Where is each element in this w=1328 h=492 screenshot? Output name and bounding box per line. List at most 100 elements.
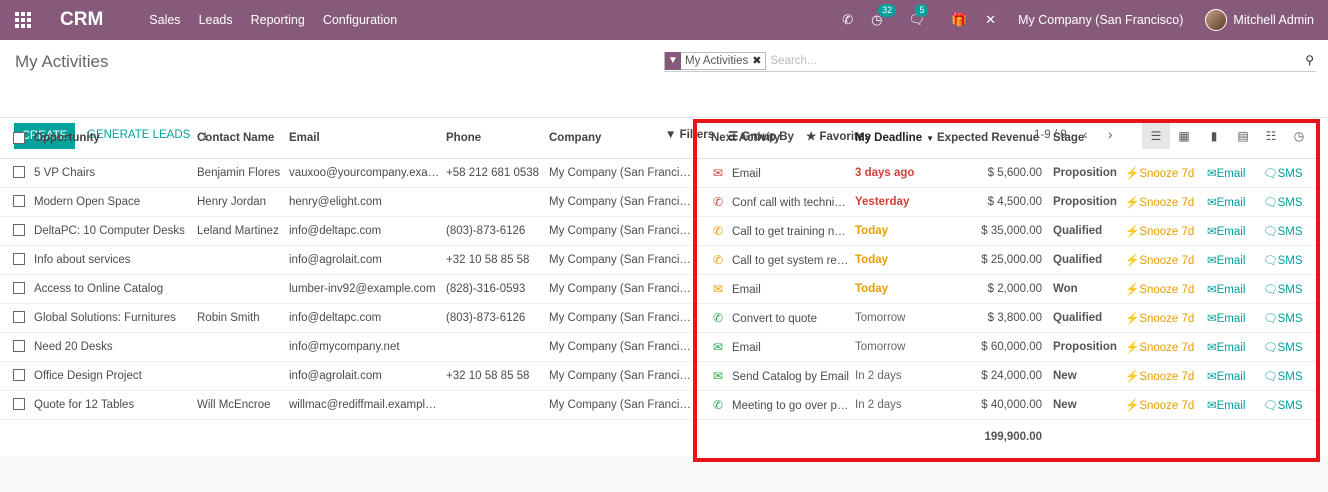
row-checkbox[interactable] <box>13 340 25 353</box>
cell-next-activity[interactable]: ✆ Call to get training needs <box>698 216 855 246</box>
sms-button[interactable]: 🗨SMS <box>1263 187 1318 217</box>
snooze-icon: ⚡ <box>1125 254 1140 267</box>
table-row[interactable]: Quote for 12 Tables Will McEncroe willmac@… <box>0 390 1318 420</box>
table-row[interactable]: Modern Open Space Henry Jordan henry@eligh… <box>0 187 1318 217</box>
snooze-button[interactable]: ⚡Snooze 7d <box>1125 274 1207 304</box>
snooze-button[interactable]: ⚡Snooze 7d <box>1125 158 1207 188</box>
cell-opportunity[interactable]: Quote for 12 Tables <box>34 390 197 420</box>
table-row[interactable]: Office Design Project info@agrolait.com +3… <box>0 361 1318 391</box>
snooze-label: Snooze 7d <box>1139 283 1195 296</box>
cell-opportunity[interactable]: 5 VP Chairs <box>34 158 197 188</box>
phone-icon[interactable]: ✆ <box>842 12 853 28</box>
email-button[interactable]: ✉Email <box>1207 158 1263 188</box>
header-company[interactable]: Company <box>549 119 698 159</box>
messages-icon[interactable]: 🗨 5 <box>908 4 929 28</box>
sms-button[interactable]: 🗨SMS <box>1263 274 1318 304</box>
snooze-icon: ⚡ <box>1125 196 1140 209</box>
cell-deadline: In 2 days <box>855 361 937 391</box>
cell-phone: (803)-873-6126 <box>446 303 549 333</box>
snooze-button[interactable]: ⚡Snooze 7d <box>1125 216 1207 246</box>
cell-revenue: $ 4,500.00 <box>937 187 1050 217</box>
table-row[interactable]: 5 VP Chairs Benjamin Flores vauxoo@yourcom… <box>0 158 1318 188</box>
table-footer-row: 199,900.00 <box>0 419 1318 454</box>
header-deadline[interactable]: My Deadline ▼ <box>855 119 937 159</box>
tools-icon[interactable]: ✕ <box>985 12 996 28</box>
email-button[interactable]: ✉Email <box>1207 361 1263 391</box>
table-row[interactable]: Access to Online Catalog lumber-inv92@exa… <box>0 274 1318 304</box>
snooze-button[interactable]: ⚡Snooze 7d <box>1125 332 1207 362</box>
cell-next-activity[interactable]: ✆ Call to get system requirements <box>698 245 855 275</box>
snooze-button[interactable]: ⚡Snooze 7d <box>1125 187 1207 217</box>
row-checkbox[interactable] <box>13 195 25 208</box>
snooze-button[interactable]: ⚡Snooze 7d <box>1125 303 1207 333</box>
cell-opportunity[interactable]: DeltaPC: 10 Computer Desks <box>34 216 197 246</box>
cell-opportunity[interactable]: Office Design Project <box>34 361 197 391</box>
header-phone[interactable]: Phone <box>446 119 549 159</box>
email-label: Email <box>1216 196 1246 209</box>
select-all-checkbox[interactable] <box>13 132 25 145</box>
row-checkbox[interactable] <box>13 166 25 179</box>
search-input[interactable] <box>770 54 1291 67</box>
menu-leads[interactable]: Leads <box>199 13 233 27</box>
snooze-button[interactable]: ⚡Snooze 7d <box>1125 361 1207 391</box>
sms-button[interactable]: 🗨SMS <box>1263 216 1318 246</box>
cell-next-activity[interactable]: ✆ Conf call with technical service <box>698 187 855 217</box>
table-row[interactable]: Global Solutions: Furnitures Robin Smith i… <box>0 303 1318 333</box>
row-checkbox[interactable] <box>13 282 25 295</box>
row-checkbox[interactable] <box>13 398 25 411</box>
email-button[interactable]: ✉Email <box>1207 245 1263 275</box>
email-button[interactable]: ✉Email <box>1207 274 1263 304</box>
cell-opportunity[interactable]: Info about services <box>34 245 197 275</box>
facet-label: My Activities <box>685 54 749 67</box>
sms-button[interactable]: 🗨SMS <box>1263 332 1318 362</box>
table-row[interactable]: DeltaPC: 10 Computer Desks Leland Martine… <box>0 216 1318 246</box>
table-row[interactable]: Need 20 Desks info@mycompany.net My Compan… <box>0 332 1318 362</box>
menu-configuration[interactable]: Configuration <box>323 13 397 27</box>
cell-next-activity[interactable]: ✆ Meeting to go over pricing <box>698 390 855 420</box>
apps-menu-icon[interactable] <box>0 0 46 40</box>
email-button[interactable]: ✉Email <box>1207 390 1263 420</box>
header-contact[interactable]: Contact Name <box>197 119 289 159</box>
sms-button[interactable]: 🗨SMS <box>1263 390 1318 420</box>
menu-reporting[interactable]: Reporting <box>251 13 305 27</box>
snooze-button[interactable]: ⚡Snooze 7d <box>1125 245 1207 275</box>
cell-opportunity[interactable]: Access to Online Catalog <box>34 274 197 304</box>
sms-button[interactable]: 🗨SMS <box>1263 361 1318 391</box>
sms-button[interactable]: 🗨SMS <box>1263 303 1318 333</box>
header-stage[interactable]: Stage <box>1050 119 1125 159</box>
email-button[interactable]: ✉Email <box>1207 303 1263 333</box>
search-icon[interactable]: ⚲ <box>1305 53 1314 67</box>
table-row[interactable]: Info about services info@agrolait.com +32 … <box>0 245 1318 275</box>
cell-company: My Company (San Francisco) <box>549 332 698 362</box>
cell-opportunity[interactable]: Global Solutions: Furnitures <box>34 303 197 333</box>
header-opportunity[interactable]: Opportunity <box>34 119 197 159</box>
header-email[interactable]: Email <box>289 119 446 159</box>
header-next-activity[interactable]: Next Activity <box>698 119 855 159</box>
menu-sales[interactable]: Sales <box>149 13 180 27</box>
gift-icon[interactable]: 🎁 <box>951 12 967 28</box>
cell-next-activity[interactable]: ✆ Convert to quote <box>698 303 855 333</box>
sms-button[interactable]: 🗨SMS <box>1263 245 1318 275</box>
row-checkbox[interactable] <box>13 224 25 237</box>
company-switcher[interactable]: My Company (San Francisco) <box>1018 13 1183 27</box>
header-revenue[interactable]: Expected Revenue <box>937 119 1050 159</box>
email-button[interactable]: ✉Email <box>1207 187 1263 217</box>
email-button[interactable]: ✉Email <box>1207 332 1263 362</box>
email-button[interactable]: ✉Email <box>1207 216 1263 246</box>
activity-clock-icon[interactable]: ◷ 32 <box>871 4 897 28</box>
row-checkbox[interactable] <box>13 369 25 382</box>
avatar[interactable] <box>1205 9 1228 31</box>
cell-next-activity[interactable]: ✉ Email <box>698 158 855 188</box>
sms-button[interactable]: 🗨SMS <box>1263 158 1318 188</box>
cell-opportunity[interactable]: Need 20 Desks <box>34 332 197 362</box>
row-checkbox[interactable] <box>13 311 25 324</box>
remove-facet-icon[interactable]: ✖ <box>752 54 765 67</box>
snooze-button[interactable]: ⚡Snooze 7d <box>1125 390 1207 420</box>
cell-opportunity[interactable]: Modern Open Space <box>34 187 197 217</box>
cell-next-activity[interactable]: ✉ Email <box>698 274 855 304</box>
user-menu[interactable]: Mitchell Admin <box>1233 13 1314 27</box>
app-name[interactable]: CRM <box>60 9 103 31</box>
cell-next-activity[interactable]: ✉ Email <box>698 332 855 362</box>
cell-next-activity[interactable]: ✉ Send Catalog by Email <box>698 361 855 391</box>
row-checkbox[interactable] <box>13 253 25 266</box>
